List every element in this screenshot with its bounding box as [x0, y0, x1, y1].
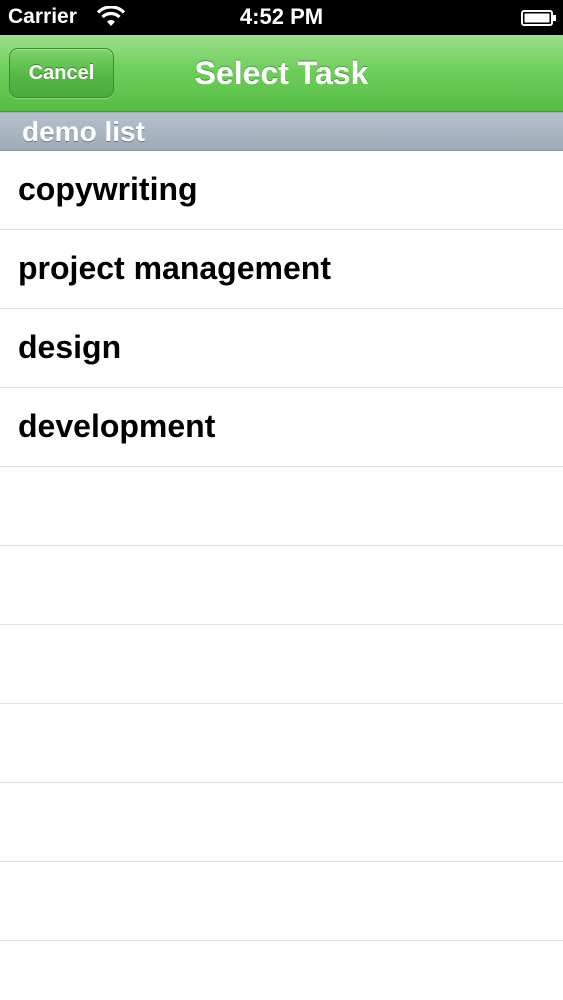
task-row-project-management[interactable]: project management	[0, 230, 563, 309]
battery-icon	[521, 10, 556, 26]
task-row-design[interactable]: design	[0, 309, 563, 388]
empty-row	[0, 704, 563, 783]
empty-row	[0, 941, 563, 1000]
empty-row	[0, 862, 563, 941]
empty-row	[0, 625, 563, 704]
screen: Carrier 4:52 PM Cancel Select Task demo …	[0, 0, 563, 1000]
task-row-label: project management	[18, 250, 331, 286]
empty-row	[0, 783, 563, 862]
status-time: 4:52 PM	[239, 4, 324, 29]
page-title: Select Task	[194, 55, 369, 91]
status-bar: Carrier 4:52 PM	[0, 0, 563, 35]
task-row-label: copywriting	[18, 171, 198, 207]
empty-row	[0, 467, 563, 546]
task-row-label: design	[18, 329, 122, 365]
empty-row	[0, 546, 563, 625]
section-header: demo list	[0, 112, 563, 151]
task-table: copywriting project management design de…	[0, 151, 563, 1000]
navigation-bar: Cancel Select Task	[0, 35, 563, 112]
task-row-label: development	[18, 408, 216, 444]
section-header-label: demo list	[22, 116, 145, 147]
task-row-development[interactable]: development	[0, 388, 563, 467]
task-row-copywriting[interactable]: copywriting	[0, 151, 563, 230]
